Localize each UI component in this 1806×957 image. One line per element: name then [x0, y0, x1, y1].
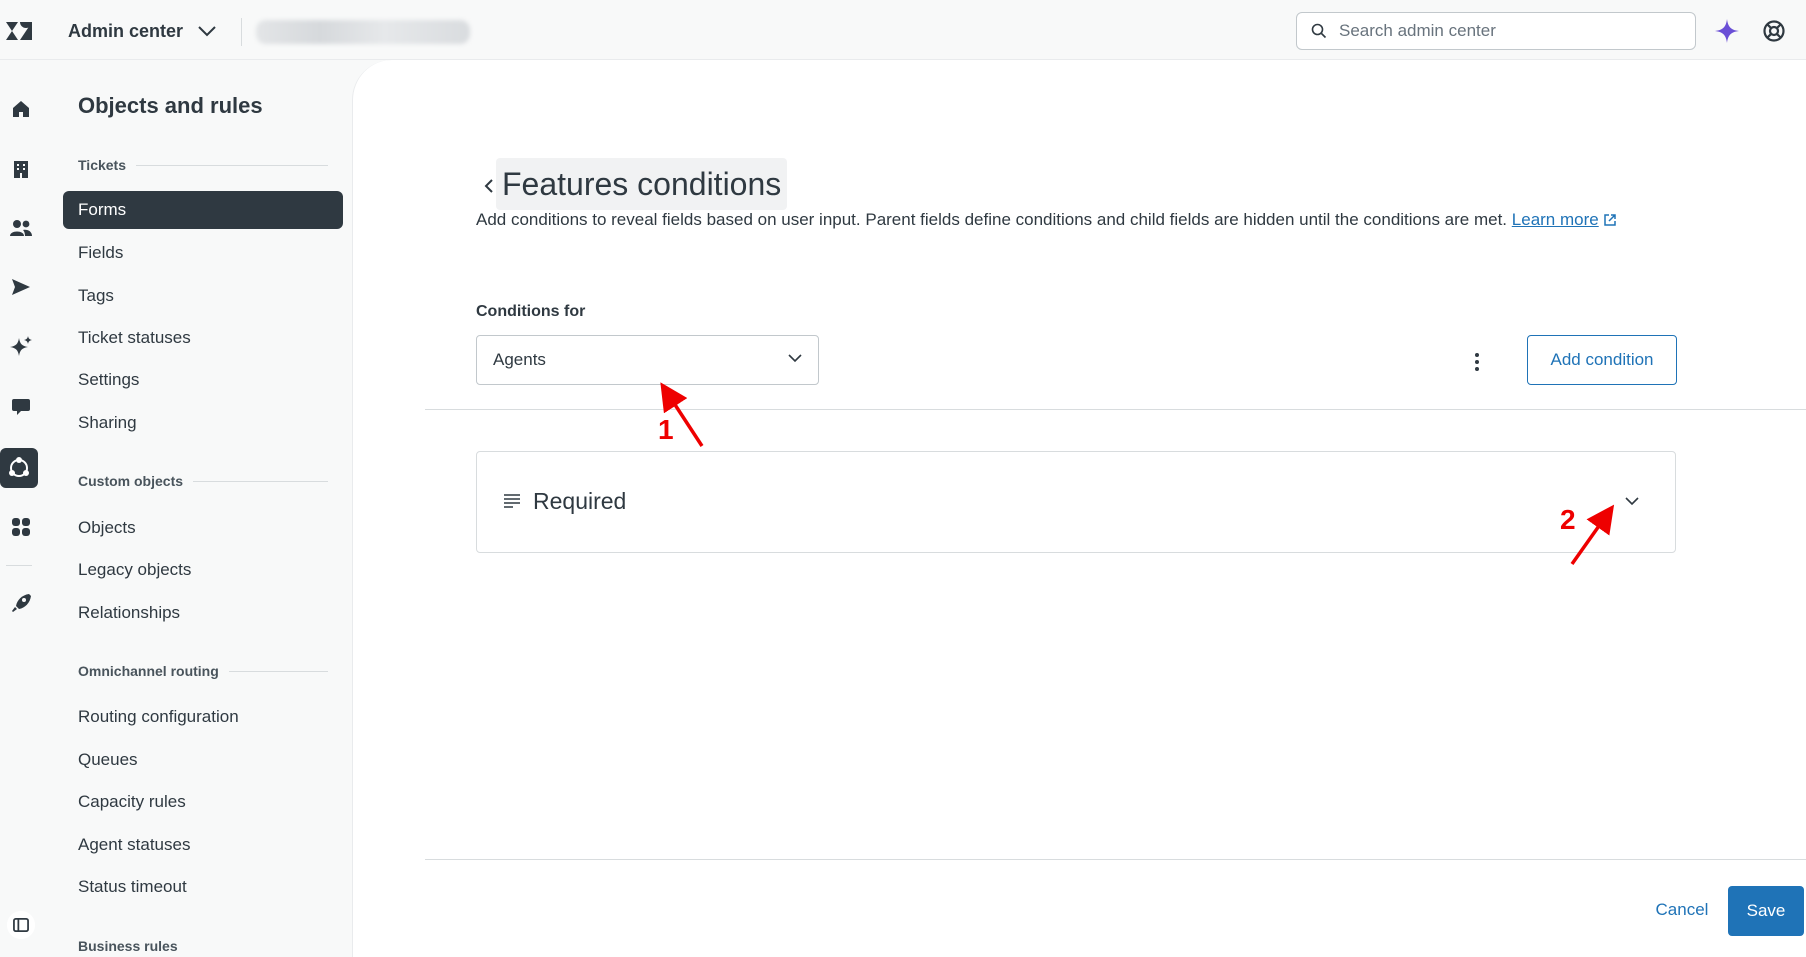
search-box[interactable]: [1296, 12, 1696, 50]
chevron-down-icon: [198, 26, 216, 37]
cancel-button[interactable]: Cancel: [1627, 886, 1737, 934]
top-bar: Admin center: [0, 0, 1806, 60]
help-lifebuoy-icon[interactable]: [1762, 19, 1786, 43]
building-icon[interactable]: [6, 154, 36, 184]
objects-icon[interactable]: [0, 448, 38, 488]
icon-rail: [0, 60, 50, 957]
section-header-custom-objects: Custom objects: [78, 473, 328, 489]
more-options-kebab-icon[interactable]: [1467, 350, 1487, 374]
page-title[interactable]: Features conditions: [496, 158, 788, 210]
sidebar-item-settings[interactable]: Settings: [63, 361, 343, 399]
list-lines-icon: [504, 494, 520, 508]
sidebar-item-routing-configuration[interactable]: Routing configuration: [63, 698, 343, 736]
sidebar-item-sharing[interactable]: Sharing: [63, 404, 343, 442]
conditions-for-select[interactable]: Agents: [476, 335, 819, 385]
search-icon: [1311, 23, 1327, 39]
annotation-marker-2: 2: [1560, 504, 1576, 535]
conditions-for-label: Conditions for: [476, 303, 586, 320]
product-name: Admin center: [68, 20, 184, 41]
main-panel: Features conditions Add conditions to re…: [352, 60, 1806, 957]
home-icon[interactable]: [6, 94, 36, 124]
footer-divider: [425, 859, 1806, 860]
chevron-left-icon: [484, 179, 493, 193]
account-name-redacted: [256, 20, 470, 44]
sidebar-item-queues[interactable]: Queues: [63, 741, 343, 779]
ai-sparkle-icon[interactable]: [1714, 18, 1740, 44]
search-input[interactable]: [1339, 21, 1659, 41]
sparkle-icon[interactable]: [6, 332, 36, 362]
section-header-business-rules: Business rules: [78, 938, 178, 954]
rail-divider: [6, 565, 32, 566]
section-header-omnichannel-routing: Omnichannel routing: [78, 663, 328, 679]
chevron-down-icon: [788, 354, 802, 363]
accordion-label: Required: [533, 488, 627, 514]
page-description: Add conditions to reveal fields based on…: [476, 210, 1617, 230]
required-accordion[interactable]: Required: [476, 451, 1676, 553]
sidebar-item-legacy-objects[interactable]: Legacy objects: [63, 551, 343, 589]
save-button[interactable]: Save: [1728, 886, 1804, 936]
conditions-for-value: Agents: [493, 350, 546, 369]
people-icon[interactable]: [6, 213, 36, 243]
sidebar-item-tags[interactable]: Tags: [63, 277, 343, 315]
accordion-expand-chevron-icon[interactable]: [1623, 492, 1641, 510]
sidebar-item-fields[interactable]: Fields: [63, 234, 343, 272]
sidebar-item-forms[interactable]: Forms: [63, 191, 343, 229]
collapse-sidebar-icon[interactable]: [6, 910, 36, 940]
sidebar-item-capacity-rules[interactable]: Capacity rules: [63, 783, 343, 821]
header-divider: [241, 18, 242, 46]
external-link-icon: [1603, 214, 1616, 226]
sidebar-item-objects[interactable]: Objects: [63, 509, 343, 547]
chat-icon[interactable]: [6, 391, 36, 421]
section-divider: [425, 409, 1806, 410]
sidebar-item-status-timeout[interactable]: Status timeout: [63, 868, 343, 906]
sidebar: Objects and rules Tickets Forms Fields T…: [52, 60, 352, 957]
apps-icon[interactable]: [6, 512, 36, 542]
rocket-icon[interactable]: [6, 588, 36, 618]
sidebar-item-relationships[interactable]: Relationships: [63, 594, 343, 632]
send-icon[interactable]: [6, 272, 36, 302]
learn-more-link[interactable]: Learn more: [1512, 210, 1599, 229]
zendesk-logo-icon[interactable]: [4, 20, 34, 42]
sidebar-item-agent-statuses[interactable]: Agent statuses: [63, 826, 343, 864]
sidebar-item-ticket-statuses[interactable]: Ticket statuses: [63, 319, 343, 357]
product-switcher[interactable]: Admin center: [68, 16, 217, 46]
section-header-tickets: Tickets: [78, 157, 328, 173]
sidebar-title: Objects and rules: [78, 93, 263, 118]
annotation-marker-1: 1: [658, 414, 674, 445]
add-condition-button[interactable]: Add condition: [1527, 335, 1677, 385]
